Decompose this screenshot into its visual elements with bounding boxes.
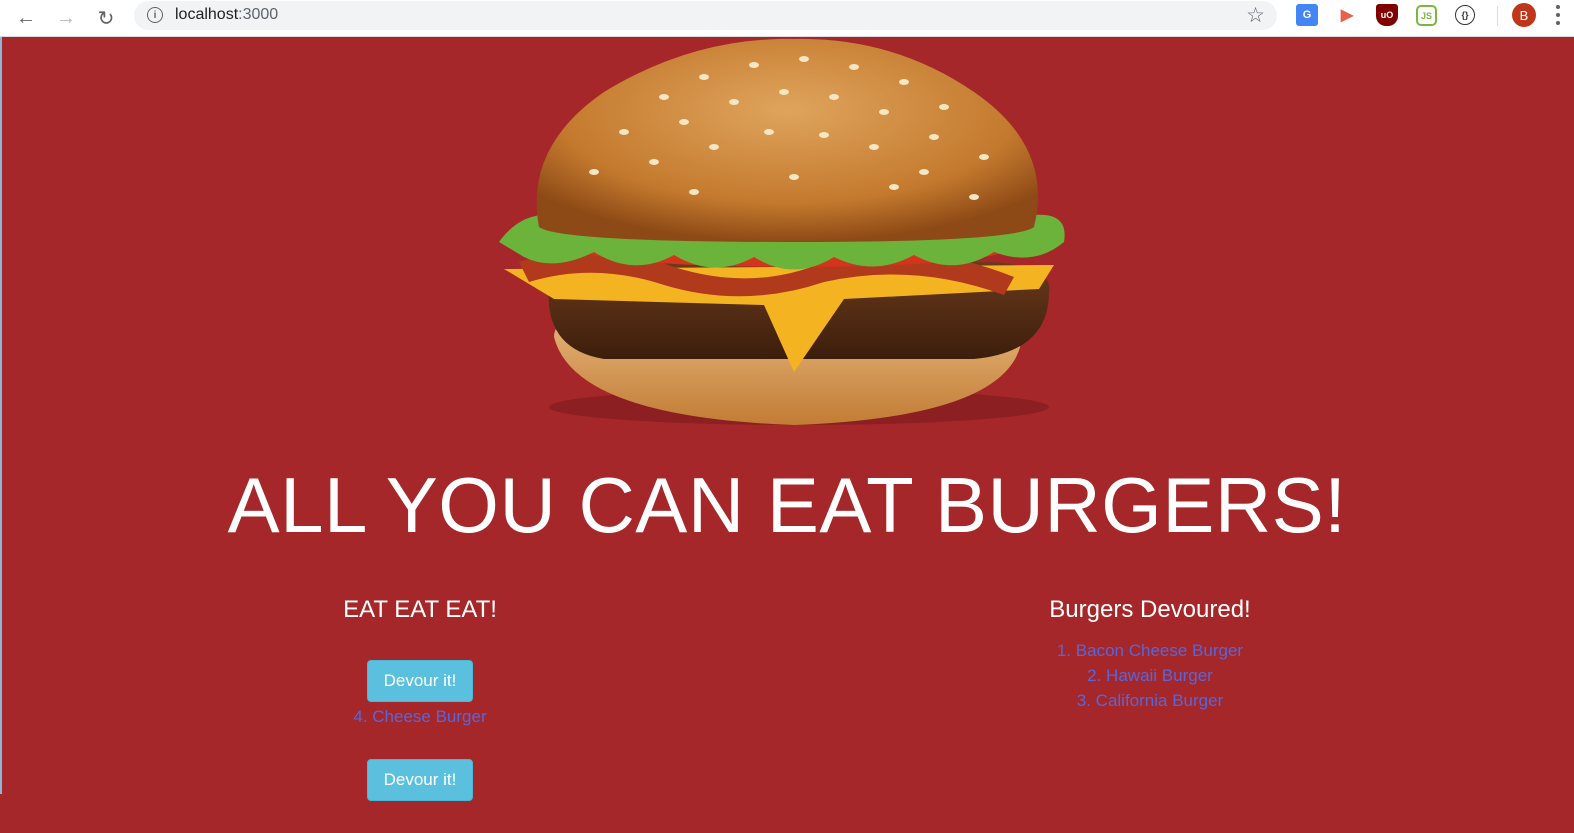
window-edge (0, 37, 2, 794)
eat-column: EAT EAT EAT! Devour it! 4. Cheese Burger… (220, 596, 620, 833)
url-text[interactable]: localhost:3000 (175, 6, 278, 24)
eat-heading: EAT EAT EAT! (343, 596, 497, 623)
page-title: ALL YOU CAN EAT BURGERS! (227, 461, 1347, 549)
list-item: 1. Bacon Cheese Burger (1056, 641, 1244, 660)
info-icon[interactable]: i (147, 7, 163, 23)
nodejs-icon[interactable]: JS (1416, 5, 1437, 26)
google-translate-icon[interactable]: G (1296, 4, 1318, 26)
json-viewer-icon[interactable]: {} (1455, 5, 1475, 25)
devour-button[interactable]: Devour it! (367, 759, 473, 801)
url-host: localhost (175, 6, 239, 23)
devoured-burger-list: 1. Bacon Cheese Burger 2. Hawaii Burger … (950, 638, 1350, 713)
list-item: Devour it! (220, 759, 620, 801)
reload-icon[interactable]: ↻ (92, 4, 120, 32)
url-port: :3000 (238, 6, 279, 23)
toolbar-divider (1497, 6, 1498, 26)
list-item: Devour it! 4. Cheese Burger (220, 660, 620, 727)
list-item: 2. Hawaii Burger (1087, 666, 1213, 685)
burger-image (499, 38, 1065, 425)
ublock-origin-icon[interactable]: uO (1376, 4, 1398, 26)
browser-toolbar: ← → ↻ i localhost:3000 ☆ G ▶ uO JS {} B (0, 0, 1574, 37)
devoured-heading: Burgers Devoured! (1049, 596, 1251, 623)
list-item: 3. California Burger (1076, 691, 1224, 710)
uneaten-burger-list: Devour it! 4. Cheese Burger Devour it! (220, 660, 620, 801)
profile-avatar[interactable]: B (1512, 3, 1536, 27)
burger-name: 4. Cheese Burger (353, 707, 487, 726)
devour-button[interactable]: Devour it! (367, 660, 473, 702)
address-bar[interactable]: i localhost:3000 ☆ (134, 1, 1277, 30)
devoured-column: Burgers Devoured! 1. Bacon Cheese Burger… (950, 596, 1350, 713)
back-arrow-icon[interactable]: ← (12, 4, 40, 32)
bookmark-star-icon[interactable]: ☆ (1246, 3, 1265, 28)
forward-arrow-icon[interactable]: → (52, 4, 80, 32)
screencast-icon[interactable]: ▶ (1336, 4, 1358, 26)
kebab-menu-icon[interactable] (1556, 5, 1560, 25)
